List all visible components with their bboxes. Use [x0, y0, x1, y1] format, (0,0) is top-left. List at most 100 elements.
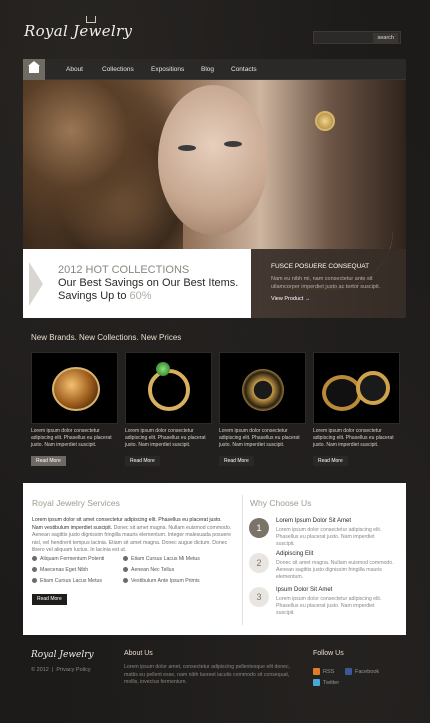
pendant-image	[242, 369, 284, 411]
crown-icon	[86, 16, 96, 23]
hero-eye	[178, 145, 196, 151]
info-section: Royal Jewelry Services Lorem ipsum dolor…	[23, 483, 406, 635]
product-card: Lorem ipsum dolor consectetur adipiscing…	[31, 352, 118, 469]
hero-collection-title: 2012 HOT COLLECTIONS	[58, 264, 190, 276]
twitter-link[interactable]: Twitter	[313, 679, 339, 686]
twitter-icon	[313, 679, 320, 686]
services-read-more-button[interactable]: Read More	[32, 594, 67, 605]
bullet-icon	[123, 556, 128, 562]
read-more-button[interactable]: Read More	[31, 456, 66, 466]
step-number: 3	[249, 587, 269, 607]
hero-side-text: Nam eu nibh mi, nam consectetur ante sit…	[271, 276, 381, 290]
list-item-label: Aenean Nec Tellus	[131, 567, 175, 573]
home-icon	[28, 61, 40, 73]
view-product-link[interactable]: View Product →	[271, 296, 310, 302]
hero-slider[interactable]: 2012 HOT COLLECTIONS Our Best Savings on…	[23, 80, 406, 318]
bullet-icon	[32, 578, 37, 584]
bullet-icon	[32, 567, 37, 573]
privacy-policy-link[interactable]: Privacy Policy	[56, 667, 90, 673]
product-card: Lorem ipsum dolor consectetur adipiscing…	[219, 352, 306, 469]
facebook-label: Facebook	[355, 668, 380, 675]
hero-banner: 2012 HOT COLLECTIONS Our Best Savings on…	[23, 249, 251, 318]
search-input[interactable]	[316, 33, 374, 43]
hero-side-panel: FUSCE POSUERE CONSEQUAT Nam eu nibh mi, …	[251, 249, 406, 318]
product-image-ring[interactable]	[125, 352, 212, 424]
product-card: Lorem ipsum dolor consectetur adipiscing…	[313, 352, 400, 469]
why-title: Why Choose Us	[250, 498, 312, 508]
ring-image	[148, 369, 190, 411]
services-list-item[interactable]: Etiam Cursus Lacus Metus	[32, 578, 102, 584]
facebook-link[interactable]: Facebook	[345, 668, 379, 675]
site-logo[interactable]: Royal Jewelry	[24, 22, 132, 40]
hero-side-title: FUSCE POSUERE CONSEQUAT	[271, 263, 370, 270]
ring-image	[52, 367, 100, 411]
why-item-title: Adipiscing Elit	[276, 551, 314, 557]
bullet-icon	[32, 556, 37, 562]
why-item-text: Lorem ipsum dolor consectetur adipiscing…	[276, 596, 382, 616]
read-more-button[interactable]: Read More	[219, 456, 254, 466]
services-list-item[interactable]: Aenean Nec Tellus	[123, 567, 174, 573]
step-number: 2	[249, 553, 269, 573]
divider	[242, 495, 243, 625]
list-item-label: Aliquam Fermentum Potenti	[40, 556, 105, 562]
services-list-item[interactable]: Maecenas Eget Nibh	[32, 567, 88, 573]
brands-title: New Brands. New Collections. New Prices	[31, 333, 182, 342]
page: Royal Jewelry search About Collections E…	[0, 0, 430, 723]
list-item-label: Vestibulum Ante Ipsum Primis	[131, 578, 200, 584]
why-item-title: Lorem Ipsum Dolor Sit Amet	[276, 518, 352, 524]
rss-link[interactable]: RSS	[313, 668, 334, 675]
services-text: Lorem ipsum dolor sit amet consectetur a…	[32, 517, 232, 555]
search-box: search	[313, 31, 401, 44]
product-description: Lorem ipsum dolor consectetur adipiscing…	[31, 428, 112, 448]
hero-savings: Savings Up to 60%	[58, 290, 152, 302]
footer-copyright: © 2012 | Privacy Policy	[31, 667, 91, 673]
nav-contacts[interactable]: Contacts	[231, 66, 257, 73]
home-button[interactable]	[23, 59, 45, 80]
services-list-item[interactable]: Aliquam Fermentum Potenti	[32, 556, 104, 562]
list-item-label: Etiam Cursus Lacus Metus	[40, 578, 102, 584]
services-list-item[interactable]: Vestibulum Ante Ipsum Primis	[123, 578, 200, 584]
product-image-ring[interactable]	[31, 352, 118, 424]
twitter-label: Twitter	[323, 679, 340, 686]
about-title: About Us	[124, 650, 153, 657]
hero-headline: Our Best Savings on Our Best Items.	[58, 277, 239, 289]
copyright-text: © 2012	[31, 667, 49, 673]
arrow-icon	[29, 262, 43, 306]
services-title: Royal Jewelry Services	[32, 498, 120, 508]
follow-title: Follow Us	[313, 650, 344, 657]
why-item-text: Donec sit amet magna. Nullam euismod com…	[276, 560, 394, 580]
product-image-pendant[interactable]	[219, 352, 306, 424]
about-text: Lorem ipsum dolor amet, consectetur adip…	[124, 664, 291, 685]
hero-savings-text: Savings Up to	[58, 290, 130, 302]
product-image-ring[interactable]	[313, 352, 400, 424]
list-item-label: Maecenas Eget Nibh	[40, 567, 89, 573]
nav-blog[interactable]: Blog	[201, 66, 214, 73]
nav-about[interactable]: About	[66, 66, 83, 73]
product-card: Lorem ipsum dolor consectetur adipiscing…	[125, 352, 212, 469]
search-button[interactable]: search	[373, 33, 398, 43]
why-item-title: Ipsum Dolor Sit Amet	[276, 587, 333, 593]
rss-label: RSS	[323, 668, 335, 675]
services-list-item[interactable]: Etiam Cursus Lacus Mi Metus	[123, 556, 200, 562]
step-number: 1	[249, 518, 269, 538]
hero-savings-percent: 60%	[129, 290, 152, 302]
read-more-button[interactable]: Read More	[313, 456, 348, 466]
bullet-icon	[123, 578, 128, 584]
rss-icon	[313, 668, 320, 675]
product-description: Lorem ipsum dolor consectetur adipiscing…	[313, 428, 394, 448]
nav-expositions[interactable]: Expositions	[151, 66, 184, 73]
product-description: Lorem ipsum dolor consectetur adipiscing…	[219, 428, 300, 448]
bullet-icon	[123, 567, 128, 573]
nav-collections[interactable]: Collections	[102, 66, 134, 73]
hero-image-face	[158, 85, 268, 235]
footer-logo[interactable]: Royal Jewelry	[31, 650, 94, 660]
earring-image	[315, 111, 335, 131]
facebook-icon	[345, 668, 352, 675]
hero-eye	[224, 141, 242, 147]
product-description: Lorem ipsum dolor consectetur adipiscing…	[125, 428, 206, 448]
read-more-button[interactable]: Read More	[125, 456, 160, 466]
emerald-image	[156, 362, 170, 376]
ring-image	[356, 371, 390, 405]
why-item-text: Lorem ipsum dolor consectetur adipiscing…	[276, 527, 382, 547]
main-nav: About Collections Expositions Blog Conta…	[23, 59, 406, 80]
